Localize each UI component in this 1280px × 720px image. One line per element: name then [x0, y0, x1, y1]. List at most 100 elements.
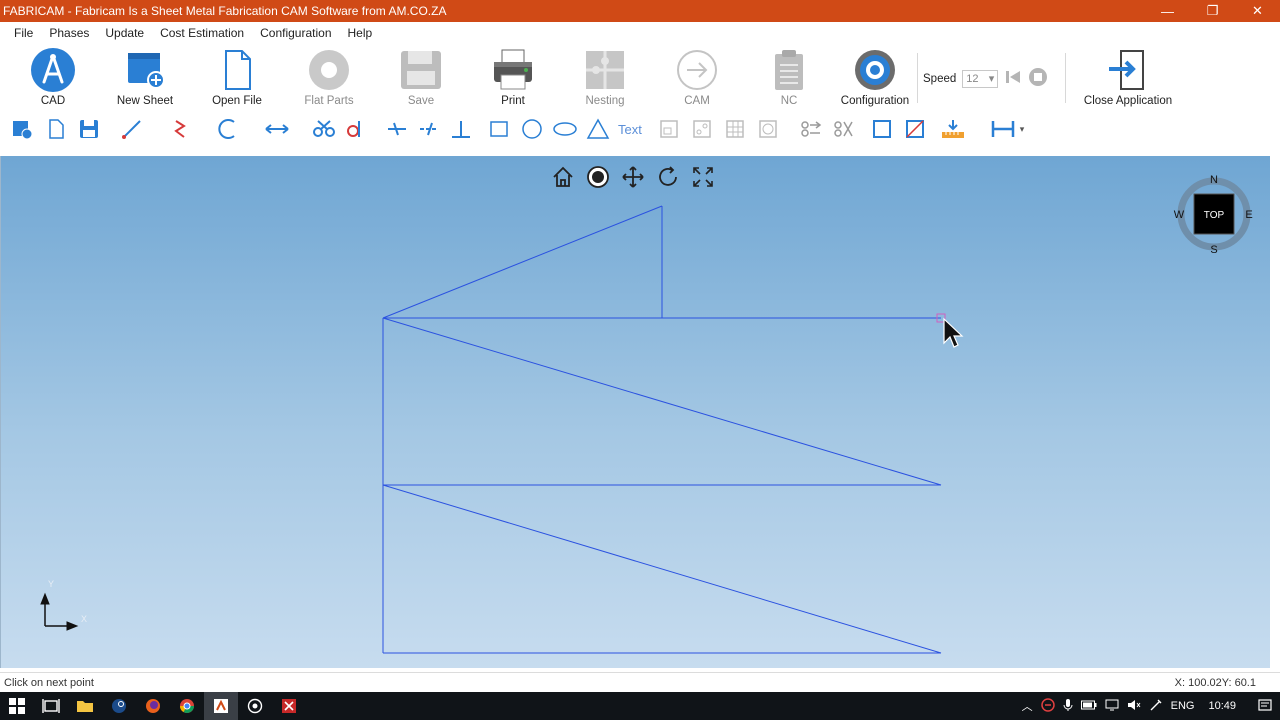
window-controls: — ❐ ✕: [1145, 0, 1280, 22]
line-tool-icon[interactable]: [119, 116, 145, 142]
firefox-icon[interactable]: [136, 692, 170, 720]
dimension-arrow-icon[interactable]: [264, 116, 290, 142]
menu-update[interactable]: Update: [97, 26, 152, 40]
rotate-view-icon[interactable]: [655, 164, 681, 190]
menu-cost-estimation[interactable]: Cost Estimation: [152, 26, 252, 40]
square-select-icon[interactable]: [869, 116, 895, 142]
trim-scissors-icon[interactable]: [311, 116, 337, 142]
ellipse-tool-icon[interactable]: [552, 116, 578, 142]
stop-icon[interactable]: [1028, 67, 1048, 90]
view-navigation-tools: [550, 164, 716, 190]
dimension-tool-icon[interactable]: [990, 116, 1016, 142]
extend-tool-icon[interactable]: [343, 116, 369, 142]
exit-door-icon: [1105, 47, 1151, 93]
chevron-up-icon[interactable]: ︿: [1022, 698, 1033, 714]
flat-parts-button[interactable]: Flat Parts: [287, 47, 371, 109]
open-file-button[interactable]: Open File: [195, 47, 279, 109]
print-button[interactable]: Print: [471, 47, 555, 109]
save-label: Save: [407, 95, 435, 107]
polyline-tool-icon[interactable]: [168, 116, 194, 142]
speed-label: Speed: [923, 72, 957, 85]
measure-tool-icon[interactable]: [940, 116, 966, 142]
network-icon[interactable]: [1105, 698, 1119, 715]
compass-south: S: [1210, 244, 1217, 256]
steam-icon[interactable]: [102, 692, 136, 720]
mirror-tool-icon[interactable]: [798, 116, 824, 142]
view-cube-compass[interactable]: TOP N S W E: [1171, 171, 1257, 257]
text-tool[interactable]: Text: [618, 122, 642, 137]
drawn-segment: [382, 205, 663, 319]
compass-drafting-icon: [30, 47, 76, 93]
app-gear-icon[interactable]: [238, 692, 272, 720]
menu-configuration[interactable]: Configuration: [252, 26, 339, 40]
language-indicator[interactable]: ENG: [1171, 700, 1195, 712]
microphone-icon[interactable]: [1063, 698, 1073, 715]
file-small-icon[interactable]: [43, 116, 69, 142]
crossing-select-icon[interactable]: [902, 116, 928, 142]
new-sheet-icon: [122, 47, 168, 93]
close-application-button[interactable]: Close Application: [1084, 47, 1172, 109]
circle-pattern-icon[interactable]: [755, 116, 781, 142]
battery-icon[interactable]: [1080, 700, 1097, 713]
fabricam-taskbar-icon[interactable]: [204, 692, 238, 720]
chrome-icon[interactable]: [170, 692, 204, 720]
part-outline-icon[interactable]: [656, 116, 682, 142]
windows-start-icon[interactable]: [0, 692, 34, 720]
triangle-tool-icon[interactable]: [585, 116, 611, 142]
save-ribbon-button[interactable]: Save: [379, 47, 463, 109]
printer-icon: [490, 47, 536, 93]
drawing-canvas[interactable]: Y X: [1, 156, 1271, 668]
window-title: FABRICAM - Fabricam Is a Sheet Metal Fab…: [3, 4, 447, 18]
orbit-view-icon[interactable]: [585, 164, 611, 190]
step-back-icon[interactable]: [1004, 68, 1022, 89]
menu-bar: File Phases Update Cost Estimation Confi…: [0, 22, 1280, 43]
restore-button[interactable]: ❐: [1190, 0, 1235, 22]
menu-help[interactable]: Help: [340, 26, 381, 40]
windows-taskbar: ︿ ENG 10:49: [0, 692, 1280, 720]
cad-button[interactable]: CAD: [11, 47, 95, 109]
circle-tool-icon[interactable]: [519, 116, 545, 142]
ribbon: CAD New Sheet Open File Flat Parts Save: [0, 43, 1280, 110]
nesting-button[interactable]: Nesting: [563, 47, 647, 109]
puzzle-icon: [582, 47, 628, 93]
antivirus-icon[interactable]: [1040, 697, 1055, 715]
nc-button[interactable]: NC: [747, 47, 831, 109]
arc-tool-icon[interactable]: [215, 116, 241, 142]
nc-label: NC: [780, 95, 798, 107]
notifications-icon[interactable]: [1258, 698, 1272, 715]
volume-muted-icon[interactable]: [1127, 698, 1141, 715]
zoom-extents-icon[interactable]: [690, 164, 716, 190]
pan-move-icon[interactable]: [620, 164, 646, 190]
system-tray: ︿ ENG 10:49: [1022, 692, 1280, 720]
array-tool-icon[interactable]: [831, 116, 857, 142]
clock[interactable]: 10:49: [1208, 700, 1236, 712]
rectangle-tool-icon[interactable]: [486, 116, 512, 142]
chevron-down-icon: ▾: [988, 73, 995, 85]
file-explorer-icon[interactable]: [68, 692, 102, 720]
hole-pattern-icon[interactable]: [689, 116, 715, 142]
pen-icon[interactable]: [1149, 698, 1163, 715]
break-line-icon[interactable]: [384, 116, 410, 142]
save-small-icon[interactable]: [76, 116, 102, 142]
task-view-icon[interactable]: [34, 692, 68, 720]
speed-select[interactable]: 12 ▾: [962, 69, 999, 88]
cad-label: CAD: [40, 95, 66, 107]
ribbon-separator: [917, 53, 918, 103]
minimize-button[interactable]: —: [1145, 0, 1190, 22]
home-view-icon[interactable]: [550, 164, 576, 190]
axis-x-label: X: [81, 614, 87, 624]
perpendicular-icon[interactable]: [448, 116, 474, 142]
grid-pattern-icon[interactable]: [722, 116, 748, 142]
new-sheet-button[interactable]: New Sheet: [103, 47, 187, 109]
app-red-icon[interactable]: [272, 692, 306, 720]
menu-phases[interactable]: Phases: [41, 26, 97, 40]
new-sheet-small-icon[interactable]: [9, 116, 35, 142]
configuration-button[interactable]: Configuration: [833, 47, 917, 109]
menu-file[interactable]: File: [6, 26, 41, 40]
cad-viewport[interactable]: Y X TOP N S W E: [0, 156, 1270, 668]
dashed-line-icon[interactable]: [416, 116, 442, 142]
cam-button[interactable]: CAM: [655, 47, 739, 109]
dimension-dropdown-icon[interactable]: ▾: [1016, 116, 1028, 142]
close-button[interactable]: ✕: [1235, 0, 1280, 22]
configuration-label: Configuration: [840, 95, 910, 107]
